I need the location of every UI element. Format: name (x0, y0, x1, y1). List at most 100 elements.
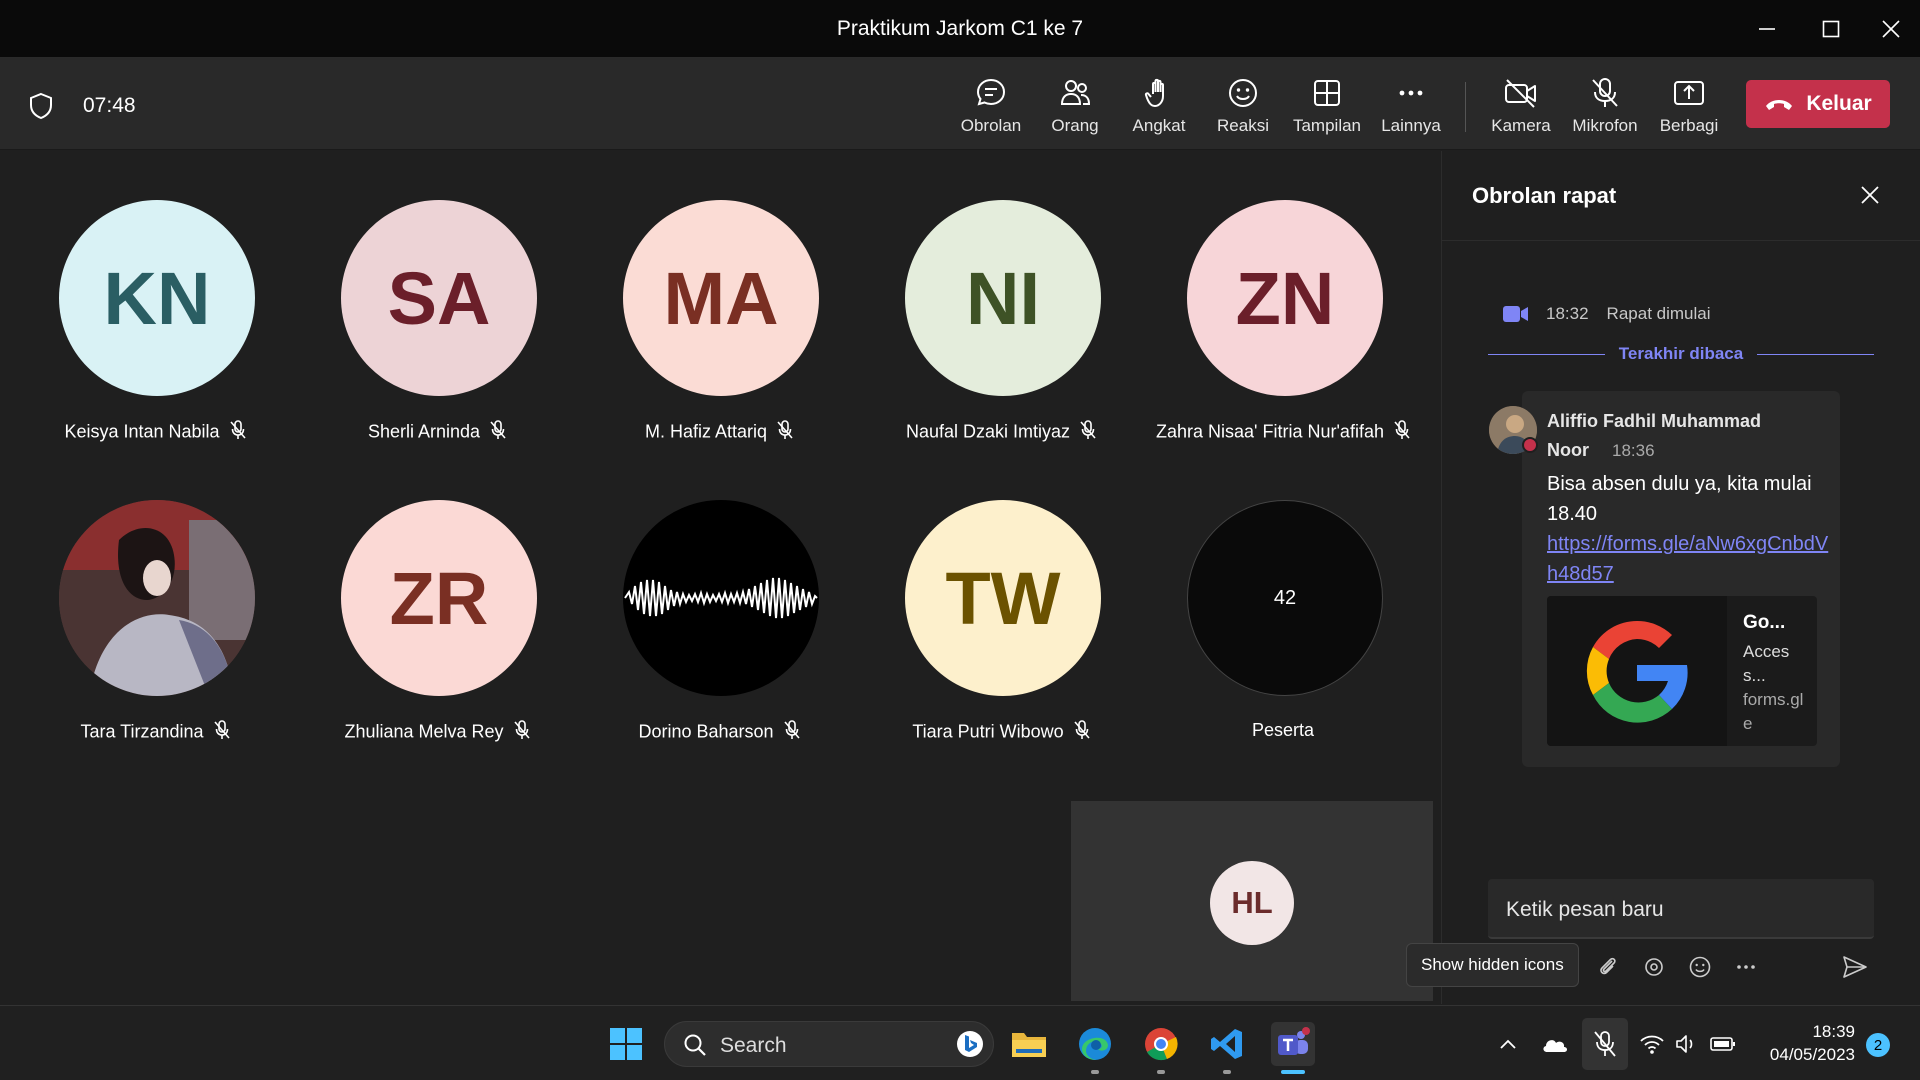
edge-icon (1079, 1028, 1111, 1060)
leave-button[interactable]: Keluar (1746, 80, 1890, 128)
loop-button[interactable] (1638, 951, 1670, 983)
emoji-button[interactable] (1684, 951, 1716, 983)
participant-tile[interactable]: TW Tiara Putri Wibowo (881, 500, 1121, 750)
windows-icon (610, 1028, 642, 1060)
view-button[interactable]: Tampilan (1285, 72, 1369, 138)
bing-icon (957, 1031, 983, 1057)
participant-tile[interactable]: SA Sherli Arninda (317, 200, 557, 450)
self-view[interactable]: HL (1071, 801, 1433, 1001)
last-read-label: Terakhir dibaca (1618, 344, 1744, 363)
minimize-button[interactable] (1742, 10, 1792, 48)
view-label: Tampilan (1292, 116, 1362, 135)
participant-tile[interactable]: Tara Tirzandina (35, 500, 275, 750)
file-explorer-button[interactable] (1007, 1022, 1051, 1066)
participant-tile[interactable]: KN Keisya Intan Nabila (35, 200, 275, 450)
more-options-button[interactable] (1730, 951, 1762, 983)
share-button[interactable]: Berbagi (1647, 72, 1731, 138)
hangup-icon (1766, 100, 1793, 110)
people-icon (1060, 80, 1091, 105)
participant-tile[interactable]: Dorino Baharson (599, 500, 839, 750)
muted-mic-icon (1394, 420, 1410, 445)
close-icon (1861, 186, 1879, 204)
onedrive-button[interactable] (1533, 1022, 1577, 1066)
system-message-time: 18:32 (1546, 304, 1589, 323)
chat-button[interactable]: Obrolan (949, 72, 1033, 138)
participant-name: Dorino Baharson (638, 721, 774, 742)
clock-date: 04/05/2023 (1769, 1045, 1855, 1064)
active-app-indicator (1281, 1070, 1305, 1074)
people-label: Orang (1051, 116, 1099, 135)
participant-name-row: Naufal Dzaki Imtiyaz (851, 420, 1151, 445)
running-indicator (1157, 1070, 1165, 1074)
raise-hand-button[interactable]: Angkat (1117, 72, 1201, 138)
participant-tile[interactable]: NI Naufal Dzaki Imtiyaz (881, 200, 1121, 450)
muted-mic-icon (490, 420, 506, 445)
notification-badge[interactable]: 2 (1866, 1033, 1890, 1057)
shield-icon[interactable] (28, 92, 54, 125)
mic-muted-tray-button[interactable] (1582, 1018, 1628, 1070)
participant-name: Keisya Intan Nabila (64, 421, 220, 442)
compose-box[interactable]: Ketik pesan baru (1488, 879, 1874, 939)
attach-button[interactable] (1592, 951, 1624, 983)
vscode-icon (1211, 1029, 1242, 1059)
share-label: Berbagi (1659, 116, 1719, 135)
grid-icon (1314, 80, 1340, 106)
wifi-icon (1640, 1035, 1664, 1054)
link-preview-description: Access... (1743, 642, 1790, 685)
participant-tile[interactable]: ZN Zahra Nisaa' Fitria Nur'afifah (1156, 200, 1410, 450)
edge-button[interactable] (1073, 1022, 1117, 1066)
camera-off-icon (1505, 79, 1536, 108)
camera-label: Kamera (1491, 116, 1551, 135)
mic-label: Mikrofon (1572, 116, 1638, 135)
video-camera-icon (1503, 305, 1529, 328)
tooltip: Show hidden icons (1406, 943, 1579, 987)
message-time: 18:36 (1612, 441, 1655, 460)
more-icon (1737, 965, 1755, 969)
minimize-icon (1759, 28, 1775, 30)
mic-button[interactable]: Mikrofon (1563, 72, 1647, 138)
google-logo-icon (1547, 596, 1727, 746)
participant-name-row: Dorino Baharson (569, 720, 869, 745)
message-sender-continued: Noor (1547, 440, 1589, 460)
chat-label: Obrolan (960, 116, 1022, 135)
chat-title: Obrolan rapat (1472, 183, 1617, 208)
chat-message[interactable]: Aliffio Fadhil Muhammad Noor 18:36 Bisa … (1522, 391, 1840, 767)
toolbar-divider (1465, 82, 1466, 132)
link-preview-card[interactable]: Go... Access... forms.gle (1547, 596, 1817, 746)
participant-tile[interactable]: ZR Zhuliana Melva Rey (317, 500, 557, 750)
chrome-button[interactable] (1139, 1022, 1183, 1066)
message-text: Bisa absen dulu ya, kita mulai 18.40 (1547, 473, 1812, 525)
message-link[interactable]: https://forms.gle/aNw6xgCnbdVh48d57 (1547, 529, 1837, 589)
divider-line (1488, 353, 1605, 355)
show-hidden-icons-button[interactable] (1486, 1022, 1530, 1066)
search-box[interactable]: Search (664, 1021, 994, 1067)
maximize-button[interactable] (1806, 10, 1856, 48)
battery-button[interactable] (1701, 1022, 1745, 1066)
overflow-participants-tile[interactable]: 42 Peserta (1163, 500, 1403, 750)
participant-name: Naufal Dzaki Imtiyaz (905, 421, 1071, 442)
leave-label: Keluar (1806, 92, 1872, 115)
vscode-button[interactable] (1205, 1022, 1249, 1066)
overflow-count: 42 (1187, 500, 1383, 696)
camera-button[interactable]: Kamera (1479, 72, 1563, 138)
chat-header: Obrolan rapat (1442, 151, 1920, 241)
participant-name: Zhuliana Melva Rey (344, 721, 504, 742)
more-button[interactable]: Lainnya (1369, 72, 1453, 138)
start-button[interactable] (604, 1022, 648, 1066)
close-chat-button[interactable] (1854, 179, 1886, 211)
smiley-icon (1689, 956, 1711, 978)
close-window-button[interactable] (1866, 10, 1916, 48)
muted-mic-icon (229, 420, 246, 445)
participant-name-row: Tara Tirzandina (5, 720, 305, 745)
speaker-icon (1676, 1035, 1693, 1053)
reactions-button[interactable]: Reaksi (1201, 72, 1285, 138)
meeting-timer: 07:48 (83, 94, 136, 117)
teams-button[interactable] (1271, 1022, 1315, 1066)
avatar: TW (905, 500, 1101, 696)
participant-tile[interactable]: MA M. Hafiz Attariq (599, 200, 839, 450)
send-button[interactable] (1839, 951, 1871, 983)
link-preview-title: Go... (1743, 612, 1786, 633)
participant-name-row: Zahra Nisaa' Fitria Nur'afifah (1133, 420, 1433, 445)
people-button[interactable]: Orang (1033, 72, 1117, 138)
clock[interactable]: 18:39 04/05/2023 (1760, 1020, 1855, 1066)
